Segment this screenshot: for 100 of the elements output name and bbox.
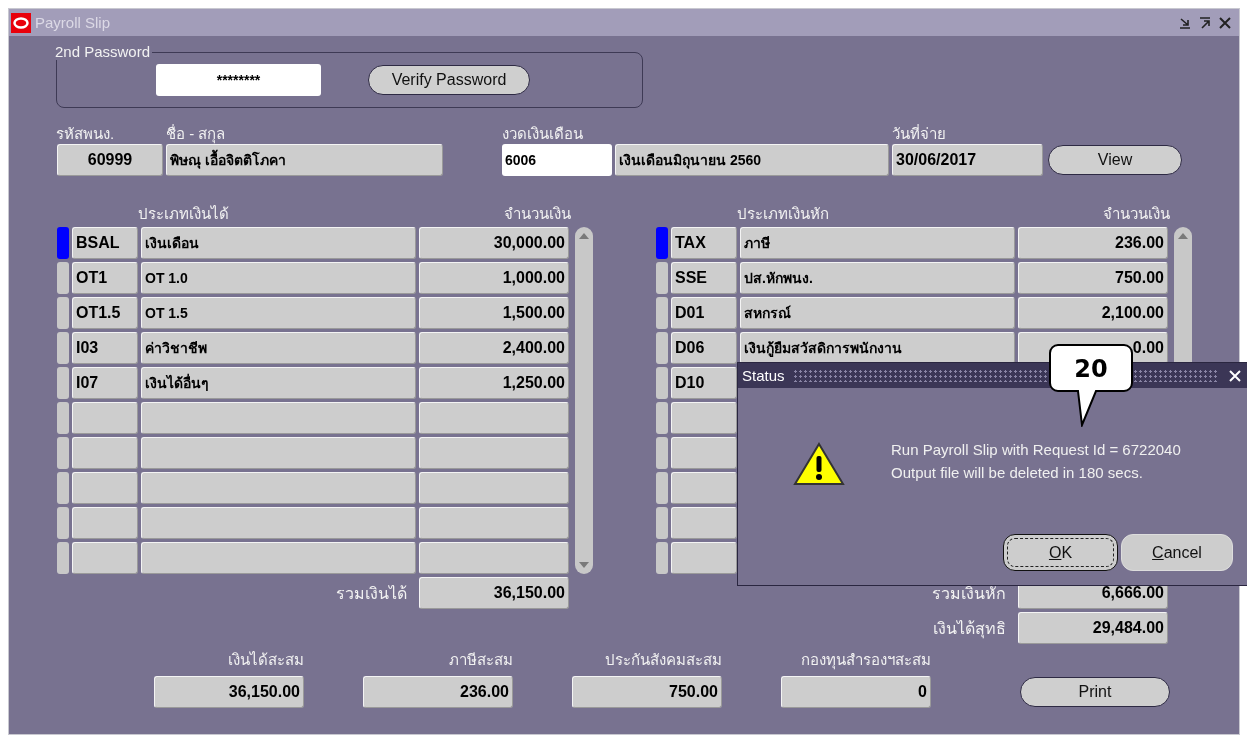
dialog-button[interactable]: OK xyxy=(1003,534,1118,571)
employee-id-field: 60999 xyxy=(57,144,163,176)
dialog-message: Output file will be deleted in 180 secs. xyxy=(891,464,1144,481)
table-cell: สหกรณ์ xyxy=(740,297,1015,329)
row-indicator[interactable] xyxy=(57,542,69,574)
accumulated-field: 0 xyxy=(781,676,931,708)
close-icon[interactable] xyxy=(1217,14,1233,31)
table-cell: เงินเดือน xyxy=(141,227,416,259)
table-cell xyxy=(671,507,737,539)
view-button[interactable]: View xyxy=(1048,145,1182,175)
table-cell: I03 xyxy=(72,332,138,364)
dialog-message: Run Payroll Slip with Request Id = 6722040 xyxy=(891,441,1181,458)
table-cell: ปส.หักพนง. xyxy=(740,262,1015,294)
row-indicator[interactable] xyxy=(57,297,69,329)
table-cell: เงินกู้ยืมสวัสดิการพนักงาน xyxy=(740,332,1015,364)
table-cell xyxy=(671,542,737,574)
dialog-title: Status xyxy=(742,367,785,384)
table-cell: 750.00 xyxy=(1018,262,1168,294)
scroll-down-icon[interactable] xyxy=(578,560,590,570)
column-header: จำนวนเงิน xyxy=(1102,204,1170,224)
verify-password-button[interactable]: Verify Password xyxy=(368,65,530,95)
table-cell: D10 xyxy=(671,367,737,399)
table-cell xyxy=(72,542,138,574)
net-label: เงินได้สุทธิ xyxy=(932,618,1006,641)
total-label: รวมเงินหัก xyxy=(931,583,1006,604)
row-indicator[interactable] xyxy=(656,262,668,294)
scroll-up-icon[interactable] xyxy=(578,231,590,241)
table-cell xyxy=(72,437,138,469)
app-logo-icon xyxy=(11,12,31,33)
table-cell xyxy=(671,472,737,504)
field-label: กองทุนสำรองฯสะสม xyxy=(801,650,931,672)
total-earnings-field: 36,150.00 xyxy=(419,577,569,609)
table-cell: 236.00 xyxy=(1018,227,1168,259)
accumulated-field: 750.00 xyxy=(572,676,722,708)
row-indicator[interactable] xyxy=(57,227,69,259)
warning-icon xyxy=(793,442,845,486)
table-cell: 2,100.00 xyxy=(1018,297,1168,329)
accumulated-field: 236.00 xyxy=(363,676,513,708)
table-cell: OT 1.0 xyxy=(141,262,416,294)
row-indicator[interactable] xyxy=(656,507,668,539)
total-label: รวมเงินได้ xyxy=(335,583,407,604)
field-label: ประกันสังคมสะสม xyxy=(605,650,722,670)
column-header: จำนวนเงิน xyxy=(503,204,571,224)
row-indicator[interactable] xyxy=(656,367,668,399)
table-cell xyxy=(72,402,138,434)
close-icon[interactable] xyxy=(1227,367,1243,384)
row-indicator[interactable] xyxy=(57,332,69,364)
table-cell: เงินได้อื่นๆ xyxy=(141,367,416,399)
scrollbar[interactable] xyxy=(575,227,593,574)
table-cell: 1,250.00 xyxy=(419,367,569,399)
table-cell: 2,400.00 xyxy=(419,332,569,364)
field-label: งวดเงินเดือน xyxy=(502,124,584,142)
table-cell: 1,000.00 xyxy=(419,262,569,294)
maximize-icon[interactable] xyxy=(1197,14,1213,31)
row-indicator[interactable] xyxy=(656,402,668,434)
row-indicator[interactable] xyxy=(57,437,69,469)
table-cell: TAX xyxy=(671,227,737,259)
table-cell: 30,000.00 xyxy=(419,227,569,259)
print-button[interactable]: Print xyxy=(1020,677,1170,707)
table-cell xyxy=(72,472,138,504)
row-indicator[interactable] xyxy=(57,402,69,434)
row-indicator[interactable] xyxy=(57,367,69,399)
table-cell xyxy=(72,507,138,539)
pay-date-field: 30/06/2017 xyxy=(892,144,1043,176)
row-indicator[interactable] xyxy=(57,262,69,294)
row-indicator[interactable] xyxy=(656,542,668,574)
window-title: Payroll Slip xyxy=(35,14,112,31)
table-cell: OT1 xyxy=(72,262,138,294)
table-cell: SSE xyxy=(671,262,737,294)
password-field[interactable]: ******** xyxy=(156,64,321,96)
period-name-field: เงินเดือนมิถุนายน 2560 xyxy=(615,144,889,176)
row-indicator[interactable] xyxy=(57,472,69,504)
period-code-field[interactable]: 6006 xyxy=(502,144,612,176)
row-indicator[interactable] xyxy=(57,507,69,539)
table-cell: D06 xyxy=(671,332,737,364)
table-cell: ภาษี xyxy=(740,227,1015,259)
table-cell: 1,500.00 xyxy=(419,297,569,329)
table-cell: I07 xyxy=(72,367,138,399)
table-cell: OT 1.5 xyxy=(141,297,416,329)
column-header: ประเภทเงินได้ xyxy=(138,204,230,224)
field-label: รหัสพนง. xyxy=(56,124,116,142)
table-cell: OT1.5 xyxy=(72,297,138,329)
table-cell: D01 xyxy=(671,297,737,329)
net-income-field: 29,484.00 xyxy=(1018,612,1168,644)
row-indicator[interactable] xyxy=(656,437,668,469)
group-legend: 2nd Password xyxy=(55,44,153,60)
table-cell xyxy=(671,402,737,434)
field-label: วันที่จ่าย xyxy=(892,123,947,142)
employee-name-field: พิษณุ เอื้อจิตติโภคา xyxy=(166,144,443,176)
column-header: ประเภทเงินหัก xyxy=(737,204,830,224)
field-label: ชื่อ - สกุล xyxy=(166,123,227,142)
table-cell: BSAL xyxy=(72,227,138,259)
row-indicator[interactable] xyxy=(656,227,668,259)
row-indicator[interactable] xyxy=(656,332,668,364)
row-indicator[interactable] xyxy=(656,297,668,329)
field-label: ภาษีสะสม xyxy=(449,650,513,670)
scroll-up-icon[interactable] xyxy=(1177,231,1189,241)
table-cell xyxy=(671,437,737,469)
dialog-button[interactable]: Cancel xyxy=(1121,534,1233,571)
row-indicator[interactable] xyxy=(656,472,668,504)
